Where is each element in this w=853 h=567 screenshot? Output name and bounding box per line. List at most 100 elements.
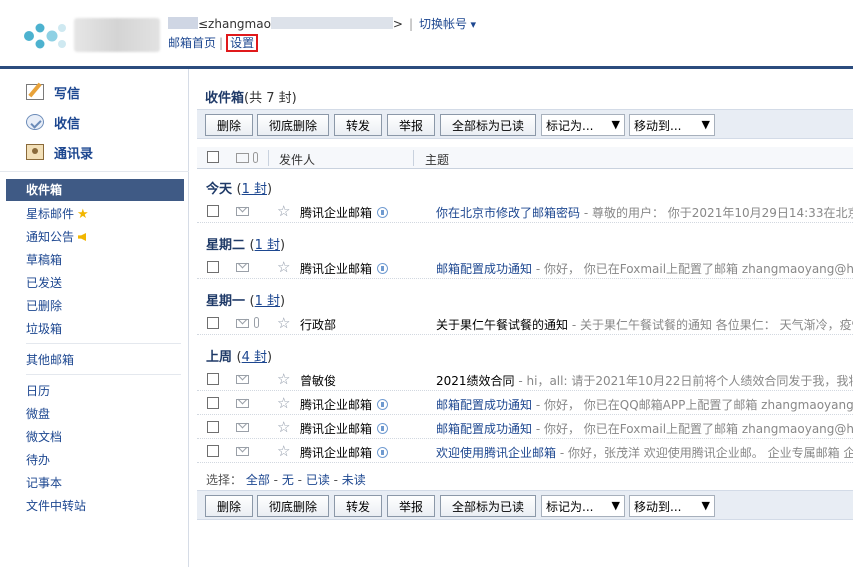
group-today: 今天 (1 封) (206, 182, 273, 197)
row-subject[interactable]: 2021绩效合同 - hi，all: 请于2021年10月22日前将个人绩效合同… (436, 372, 853, 389)
star-outline-icon[interactable]: ☆ (277, 418, 290, 436)
table-row[interactable]: ☆ 腾讯企业邮箱 你在北京市修改了邮箱密码 - 尊敬的用户： 你于2021年10… (197, 199, 853, 223)
forward-button[interactable]: 转发 (334, 495, 382, 517)
row-subject[interactable]: 邮箱配置成功通知 - 你好， 你已在QQ邮箱APP上配置了邮箱 zhangmao… (436, 396, 853, 413)
select-none-link[interactable]: 无 (282, 473, 294, 487)
mark-all-read-button[interactable]: 全部标为已读 (440, 114, 536, 136)
sidebar-item-sent[interactable]: 已发送 (26, 274, 62, 291)
forward-button[interactable]: 转发 (334, 114, 382, 136)
sidebar-item-notes[interactable]: 记事本 (26, 474, 62, 491)
verified-icon (377, 447, 389, 458)
sidebar-item-inbox[interactable]: 收件箱 (6, 179, 184, 201)
separator: | (219, 36, 224, 50)
row-subject[interactable]: 欢迎使用腾讯企业邮箱 - 你好，张茂洋 欢迎使用腾讯企业邮。 企业专属邮箱 企 (436, 444, 853, 461)
verified-icon (377, 207, 389, 218)
contacts-icon (26, 144, 44, 160)
account-info: ≤zhangmao > | 切换帐号 (168, 15, 476, 32)
sidebar-divider (26, 343, 181, 344)
permanent-delete-button[interactable]: 彻底删除 (257, 495, 329, 517)
row-checkbox[interactable] (207, 445, 219, 457)
group-count-link[interactable]: 1 封 (242, 182, 267, 197)
column-header-subject[interactable]: 主题 (425, 151, 449, 168)
company-logo[interactable] (22, 18, 160, 52)
row-checkbox[interactable] (207, 421, 219, 433)
sidebar-item-calendar[interactable]: 日历 (26, 382, 50, 399)
sidebar-item-deleted[interactable]: 已删除 (26, 297, 62, 314)
row-subject[interactable]: 邮箱配置成功通知 - 你好， 你已在Foxmail上配置了邮箱 zhangmao… (436, 260, 853, 277)
group-label: 星期一 (206, 294, 246, 309)
row-sender: 曾敏俊 (300, 374, 337, 388)
row-checkbox[interactable] (207, 373, 219, 385)
group-count-link[interactable]: 4 封 (242, 350, 267, 365)
mark-as-label: 标记为... (546, 499, 594, 514)
sidebar-item-docs[interactable]: 微文档 (26, 428, 62, 445)
mark-as-select[interactable]: 标记为... ▼ (541, 114, 625, 136)
permanent-delete-button[interactable]: 彻底删除 (257, 114, 329, 136)
list-header: 发件人 主题 (197, 147, 853, 169)
move-to-label: 移动到... (634, 499, 682, 514)
move-to-select[interactable]: 移动到... ▼ (629, 495, 715, 517)
delete-button[interactable]: 删除 (205, 495, 253, 517)
group-count-link[interactable]: 1 封 (255, 238, 280, 253)
row-subject[interactable]: 关于果仁午餐试餐的通知 - 关于果仁午餐试餐的通知 各位果仁： 天气渐冷，疫情 (436, 316, 853, 333)
settings-link[interactable]: 设置 (226, 34, 259, 52)
envelope-icon (236, 399, 249, 408)
select-all-link[interactable]: 全部 (246, 473, 270, 487)
star-outline-icon[interactable]: ☆ (277, 258, 290, 276)
envelope-icon (236, 447, 249, 456)
select-read-link[interactable]: 已读 (306, 473, 330, 487)
mark-all-read-button[interactable]: 全部标为已读 (440, 495, 536, 517)
attachment-icon (253, 152, 258, 163)
delete-button[interactable]: 删除 (205, 114, 253, 136)
sidebar-item-starred[interactable]: 星标邮件 ★ (26, 205, 89, 222)
star-outline-icon[interactable]: ☆ (277, 370, 290, 388)
report-button[interactable]: 举报 (387, 114, 435, 136)
sidebar-item-other-mailboxes[interactable]: 其他邮箱 (26, 351, 74, 368)
contacts-button[interactable]: 通讯录 (26, 141, 93, 163)
row-subject[interactable]: 你在北京市修改了邮箱密码 - 尊敬的用户： 你于2021年10月29日14:33… (436, 204, 853, 221)
row-checkbox[interactable] (207, 261, 219, 273)
star-outline-icon[interactable]: ☆ (277, 394, 290, 412)
group-count-link[interactable]: 1 封 (255, 294, 280, 309)
row-checkbox[interactable] (207, 317, 219, 329)
separator: | (408, 17, 414, 31)
chevron-down-icon: ▼ (701, 499, 710, 512)
sidebar-item-notices[interactable]: 通知公告 (26, 228, 87, 245)
receive-button[interactable]: 收信 (26, 111, 80, 133)
select-all-checkbox[interactable] (207, 151, 219, 163)
table-row[interactable]: ☆ 腾讯企业邮箱 邮箱配置成功通知 - 你好， 你已在QQ邮箱APP上配置了邮箱… (197, 391, 853, 415)
sidebar-item-drive[interactable]: 微盘 (26, 405, 50, 422)
table-row[interactable]: ☆ 腾讯企业邮箱 欢迎使用腾讯企业邮箱 - 你好，张茂洋 欢迎使用腾讯企业邮。 … (197, 439, 853, 463)
column-divider (268, 150, 269, 166)
move-to-select[interactable]: 移动到... ▼ (629, 114, 715, 136)
chevron-down-icon: ▼ (611, 118, 620, 131)
contacts-label: 通讯录 (54, 146, 94, 162)
selection-shortcuts: 选择： 全部 - 无 - 已读 - 未读 (206, 473, 366, 487)
sidebar-item-spam[interactable]: 垃圾箱 (26, 320, 62, 337)
star-outline-icon[interactable]: ☆ (277, 202, 290, 220)
sidebar-item-file-transfer[interactable]: 文件中转站 (26, 497, 86, 514)
star-outline-icon[interactable]: ☆ (277, 314, 290, 332)
star-outline-icon[interactable]: ☆ (277, 442, 290, 460)
row-checkbox[interactable] (207, 205, 219, 217)
sidebar: 写信 收信 通讯录 收件箱 星标邮件 ★ 通知公告 草稿箱 已发送 已删除 垃圾箱… (0, 69, 189, 567)
mark-as-select[interactable]: 标记为... ▼ (541, 495, 625, 517)
sidebar-item-drafts[interactable]: 草稿箱 (26, 251, 62, 268)
table-row[interactable]: ☆ 腾讯企业邮箱 邮箱配置成功通知 - 你好， 你已在Foxmail上配置了邮箱… (197, 255, 853, 279)
verified-icon (377, 423, 389, 434)
mailbox-home-link[interactable]: 邮箱首页 (168, 36, 216, 50)
report-button[interactable]: 举报 (387, 495, 435, 517)
row-sender: 腾讯企业邮箱 (300, 444, 389, 461)
header: ≤zhangmao>|切换帐号 邮箱首页|设置 (0, 0, 853, 66)
row-subject[interactable]: 邮箱配置成功通知 - 你好， 你已在Foxmail上配置了邮箱 zhangmao… (436, 420, 853, 437)
table-row[interactable]: ☆ 行政部 关于果仁午餐试餐的通知 - 关于果仁午餐试餐的通知 各位果仁： 天气… (197, 311, 853, 335)
compose-button[interactable]: 写信 (26, 81, 80, 103)
row-checkbox[interactable] (207, 397, 219, 409)
switch-account-link[interactable]: 切换帐号 (419, 17, 476, 31)
table-row[interactable]: ☆ 曾敏俊 2021绩效合同 - hi，all: 请于2021年10月22日前将… (197, 367, 853, 391)
mail-list-panel: 收件箱(共 7 封) 删除 彻底删除 转发 举报 全部标为已读 标记为... ▼ … (189, 69, 853, 567)
table-row[interactable]: ☆ 腾讯企业邮箱 邮箱配置成功通知 - 你好， 你已在Foxmail上配置了邮箱… (197, 415, 853, 439)
column-header-sender[interactable]: 发件人 (279, 151, 315, 168)
sidebar-item-todo[interactable]: 待办 (26, 451, 50, 468)
select-unread-link[interactable]: 未读 (342, 473, 366, 487)
